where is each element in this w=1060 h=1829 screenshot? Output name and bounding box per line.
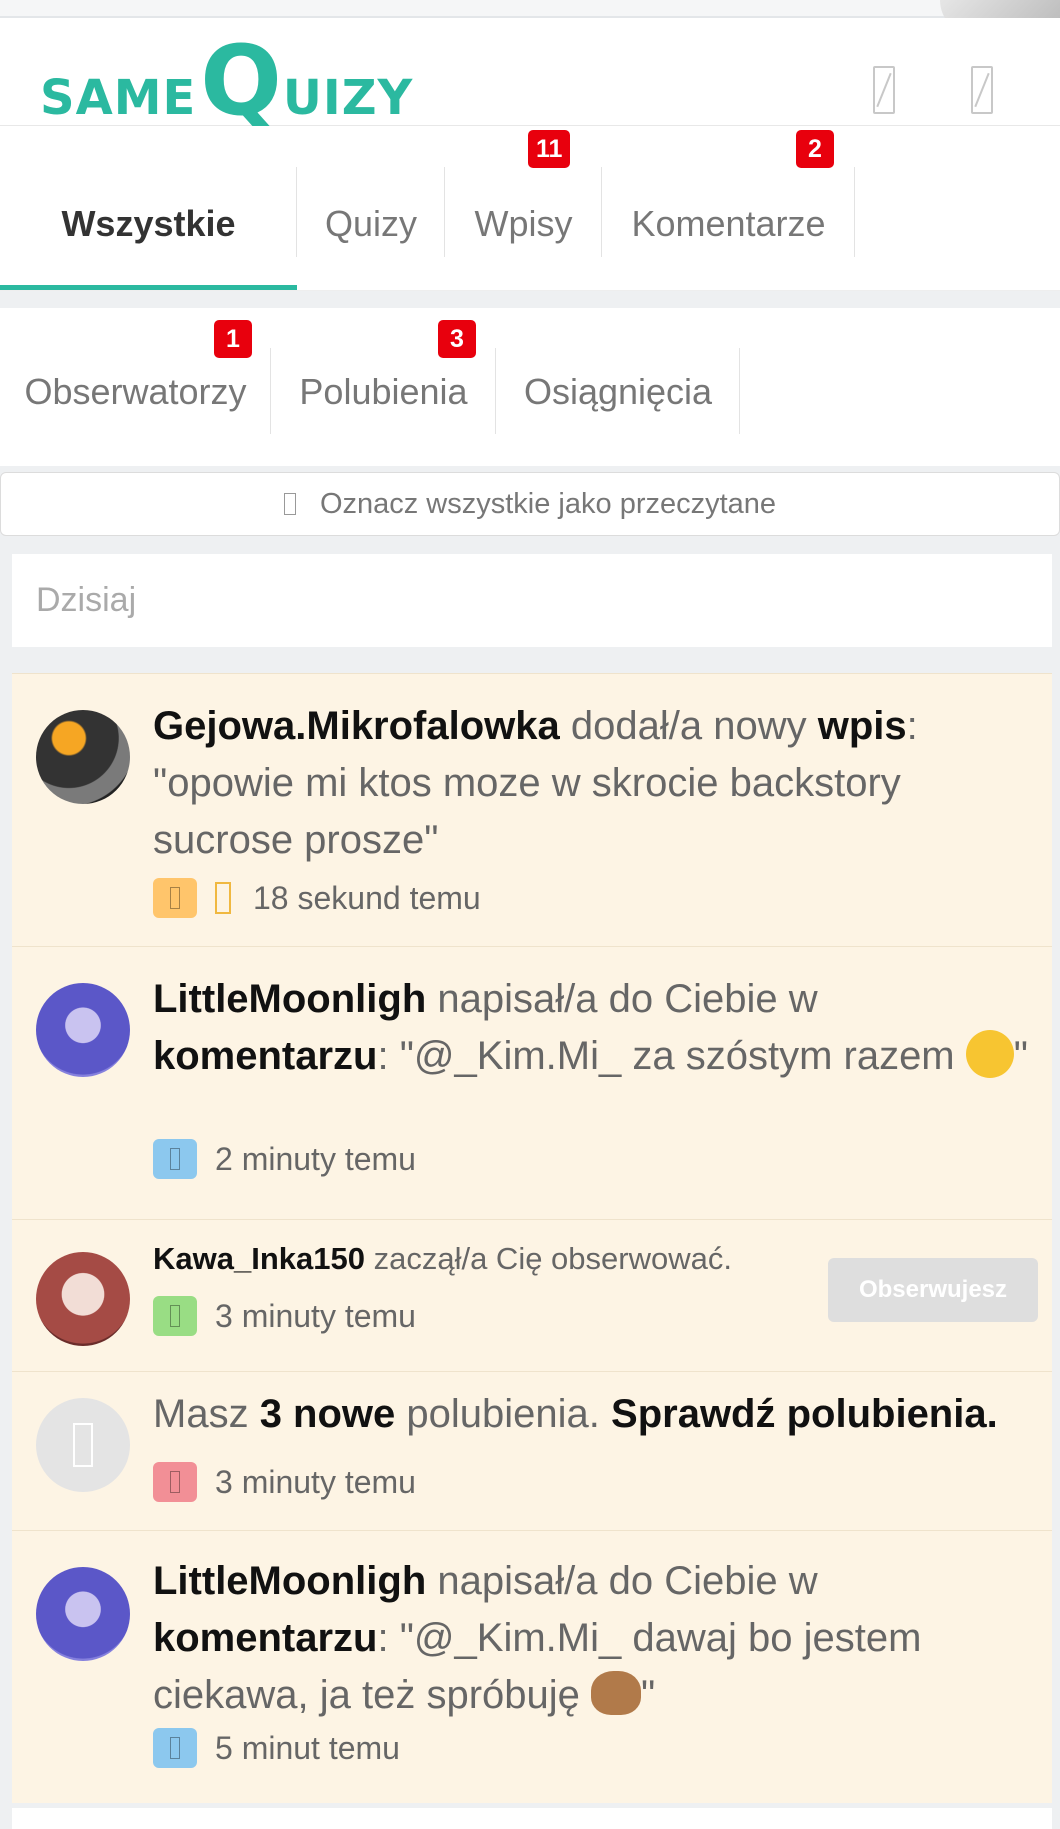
object-link[interactable]: wpis — [818, 704, 907, 748]
tab-komentarze[interactable]: Komentarze 2 — [602, 126, 855, 290]
timestamp: 3 minuty temu — [215, 1297, 416, 1334]
suffix-text: : — [906, 704, 918, 748]
username-link[interactable]: LittleMoonligh — [153, 977, 426, 1021]
tab-quizy[interactable]: Quizy — [297, 126, 445, 290]
quote-text: "opowie mi ktos moze w skrocie backstory… — [153, 761, 901, 862]
tab-label: Polubienia — [299, 371, 468, 412]
komentarze-count-badge: 2 — [796, 130, 834, 168]
action-text: napisał/a do Ciebie w — [426, 977, 818, 1021]
logo-uizy: UIZY — [282, 70, 414, 126]
see-no-evil-monkey-emoji — [591, 1671, 642, 1716]
follow-type-icon — [153, 1296, 197, 1336]
check-icon — [283, 493, 296, 515]
pin-icon — [215, 882, 231, 914]
tab-label: Komentarze — [631, 203, 826, 244]
notification-text: LittleMoonligh napisał/a do Ciebie w kom… — [153, 1553, 1032, 1724]
obserwatorzy-count-badge: 1 — [214, 320, 252, 358]
notification-text: Gejowa.Mikrofalowka dodał/a nowy wpis: "… — [153, 698, 1032, 869]
notification-item[interactable]: LittleMoonligh napisał/a do Ciebie w kom… — [12, 946, 1052, 1219]
mark-all-read-label: Oznacz wszystkie jako przeczytane — [319, 487, 777, 520]
notification-text: LittleMoonligh napisał/a do Ciebie w kom… — [153, 971, 1032, 1085]
polubienia-count-badge: 3 — [438, 320, 476, 358]
notification-meta: 18 sekund temu — [153, 878, 481, 918]
tabs-secondary: Obserwatorzy 1 Polubienia 3 Osiągnięcia — [0, 308, 1060, 466]
tab-label: Obserwatorzy — [24, 371, 247, 412]
timestamp: 5 minut temu — [215, 1729, 400, 1766]
object-link[interactable]: komentarzu — [153, 1616, 378, 1660]
notification-meta: 5 minut temu — [153, 1728, 400, 1768]
logo-same: SAME — [40, 70, 197, 126]
avatar[interactable] — [36, 1252, 130, 1346]
quote-text: : "@_Kim.Mi_ za szóstym razem — [377, 1034, 966, 1078]
following-button-label: Obserwujesz — [858, 1276, 1008, 1303]
tab-label: Quizy — [324, 203, 418, 244]
tab-osiagniecia[interactable]: Osiągnięcia — [496, 308, 740, 466]
notification-meta: 3 minuty temu — [153, 1296, 416, 1336]
timestamp: 18 sekund temu — [253, 879, 481, 916]
quote-end: " — [641, 1673, 656, 1717]
day-label: Dzisiaj — [36, 581, 137, 619]
samequizy-logo[interactable]: SAME Q UIZY — [40, 25, 414, 137]
comment-type-icon — [153, 1728, 197, 1768]
tab-label: Wszystkie — [61, 203, 236, 244]
tab-label: Osiągnięcia — [523, 371, 713, 412]
action-text: dodał/a nowy — [559, 704, 818, 748]
prefix-text: Masz — [153, 1392, 260, 1436]
tab-polubienia[interactable]: Polubienia 3 — [271, 308, 496, 466]
check-likes-link[interactable]: Sprawdź polubienia. — [611, 1392, 998, 1436]
notification-item[interactable]: LittleMoonligh napisał/a do Ciebie w kom… — [12, 1530, 1052, 1803]
username-link[interactable]: Kawa_Inka150 — [153, 1241, 365, 1276]
username-link[interactable]: LittleMoonligh — [153, 1559, 426, 1603]
action-text: zaczął/a Cię obserwować. — [364, 1241, 732, 1276]
app-header: SAME Q UIZY — [0, 18, 1060, 137]
sweat-face-emoji — [965, 1030, 1014, 1079]
logo-q: Q — [200, 25, 283, 137]
tab-obserwatorzy[interactable]: Obserwatorzy 1 — [0, 308, 271, 466]
notification-text: Kawa_Inka150 zaczął/a Cię obserwować. — [153, 1230, 812, 1287]
timestamp: 3 minuty temu — [215, 1463, 416, 1500]
likes-count: 3 nowe — [259, 1392, 396, 1436]
avatar[interactable] — [36, 983, 130, 1077]
next-section — [12, 1808, 1052, 1829]
notification-item[interactable]: Gejowa.Mikrofalowka dodał/a nowy wpis: "… — [12, 673, 1052, 946]
top-strip — [0, 0, 1060, 18]
avatar[interactable] — [36, 1567, 130, 1661]
following-button[interactable]: Obserwujesz — [828, 1258, 1038, 1322]
mark-all-read-button[interactable]: Oznacz wszystkie jako przeczytane — [0, 472, 1060, 536]
tab-wszystkie[interactable]: Wszystkie — [0, 126, 297, 290]
menu-icon[interactable] — [971, 66, 993, 114]
notification-text: Masz 3 nowe polubienia. Sprawdź polubien… — [153, 1386, 1032, 1443]
middle-text: polubienia. — [395, 1392, 612, 1436]
object-link[interactable]: komentarzu — [153, 1034, 378, 1078]
quote-end: " — [1013, 1034, 1028, 1078]
notification-item[interactable]: Masz 3 nowe polubienia. Sprawdź polubien… — [12, 1371, 1052, 1530]
tab-label: Wpisy — [474, 203, 573, 244]
avatar[interactable] — [36, 710, 130, 804]
timestamp: 2 minuty temu — [215, 1140, 416, 1177]
notification-item[interactable]: Kawa_Inka150 zaczął/a Cię obserwować. 3 … — [12, 1219, 1052, 1371]
comment-type-icon — [153, 1139, 197, 1179]
post-type-icon — [153, 878, 197, 918]
like-type-icon — [153, 1462, 197, 1502]
wpisy-count-badge: 11 — [528, 130, 571, 168]
notification-meta: 3 minuty temu — [153, 1462, 416, 1502]
username-link[interactable]: Gejowa.Mikrofalowka — [153, 704, 560, 748]
tabs-primary: Wszystkie Quizy Wpisy 11 Komentarze 2 — [0, 126, 1060, 291]
action-text: napisał/a do Ciebie w — [426, 1559, 818, 1603]
avatar — [36, 1398, 130, 1492]
search-icon[interactable] — [873, 66, 895, 114]
notification-meta: 2 minuty temu — [153, 1139, 416, 1179]
tab-wpisy[interactable]: Wpisy 11 — [445, 126, 602, 290]
day-section-header: Dzisiaj — [12, 554, 1052, 647]
